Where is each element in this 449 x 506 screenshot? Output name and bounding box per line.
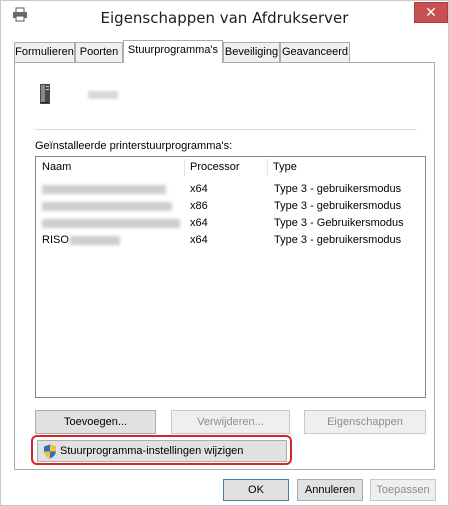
tab-beveiliging[interactable]: Beveiliging bbox=[223, 42, 280, 62]
drivers-list[interactable]: Naam Processor Type x64 Type 3 - gebruik… bbox=[35, 156, 426, 398]
dialog-window: Eigenschappen van Afdrukserver ✕ Formuli… bbox=[0, 0, 449, 506]
server-icon bbox=[39, 83, 51, 105]
driver-name-redacted bbox=[42, 219, 180, 228]
driver-properties-button[interactable]: Eigenschappen bbox=[304, 410, 426, 434]
processor-cell: x64 bbox=[190, 234, 208, 246]
table-row[interactable]: x86 Type 3 - gebruikersmodus bbox=[36, 198, 425, 214]
highlight-annotation bbox=[31, 435, 292, 465]
add-driver-button[interactable]: Toevoegen... bbox=[35, 410, 156, 434]
table-row[interactable]: x64 Type 3 - gebruikersmodus bbox=[36, 181, 425, 197]
server-name-redacted bbox=[88, 91, 118, 99]
type-cell: Type 3 - gebruikersmodus bbox=[274, 183, 402, 195]
driver-name-redacted bbox=[42, 185, 166, 194]
type-cell: Type 3 - gebruikersmodus bbox=[274, 200, 402, 212]
tab-poorten[interactable]: Poorten bbox=[75, 42, 123, 62]
tab-geavanceerd[interactable]: Geavanceerd bbox=[280, 42, 350, 62]
title-bar[interactable]: Eigenschappen van Afdrukserver ✕ bbox=[1, 1, 448, 33]
type-cell: Type 3 - gebruikersmodus bbox=[274, 234, 402, 246]
column-header-type[interactable]: Type bbox=[267, 157, 417, 177]
table-row[interactable]: x64 Type 3 - Gebruikersmodus bbox=[36, 215, 425, 231]
remove-driver-button[interactable]: Verwijderen... bbox=[171, 410, 290, 434]
apply-button[interactable]: Toepassen bbox=[370, 479, 436, 501]
driver-name-redacted bbox=[42, 202, 172, 211]
processor-cell: x86 bbox=[190, 200, 208, 212]
cancel-button[interactable]: Annuleren bbox=[297, 479, 363, 501]
type-cell: Type 3 - Gebruikersmodus bbox=[274, 217, 404, 229]
tab-formulieren[interactable]: Formulieren bbox=[14, 42, 75, 62]
installed-drivers-label: Geïnstalleerde printerstuurprogramma's: bbox=[35, 140, 233, 152]
close-button[interactable]: ✕ bbox=[414, 2, 448, 23]
driver-name-cell: RISO bbox=[42, 234, 69, 246]
processor-cell: x64 bbox=[190, 183, 208, 195]
separator-line bbox=[35, 129, 417, 130]
tab-stuurprogrammas[interactable]: Stuurprogramma's bbox=[123, 40, 223, 63]
processor-cell: x64 bbox=[190, 217, 208, 229]
column-header-processor[interactable]: Processor bbox=[184, 157, 267, 177]
column-header-name[interactable]: Naam bbox=[36, 157, 184, 177]
close-icon: ✕ bbox=[425, 4, 437, 20]
driver-name-redacted bbox=[70, 236, 120, 245]
ok-button[interactable]: OK bbox=[223, 479, 289, 501]
window-title: Eigenschappen van Afdrukserver bbox=[100, 9, 349, 27]
table-row[interactable]: RISO x64 Type 3 - gebruikersmodus bbox=[36, 232, 425, 248]
